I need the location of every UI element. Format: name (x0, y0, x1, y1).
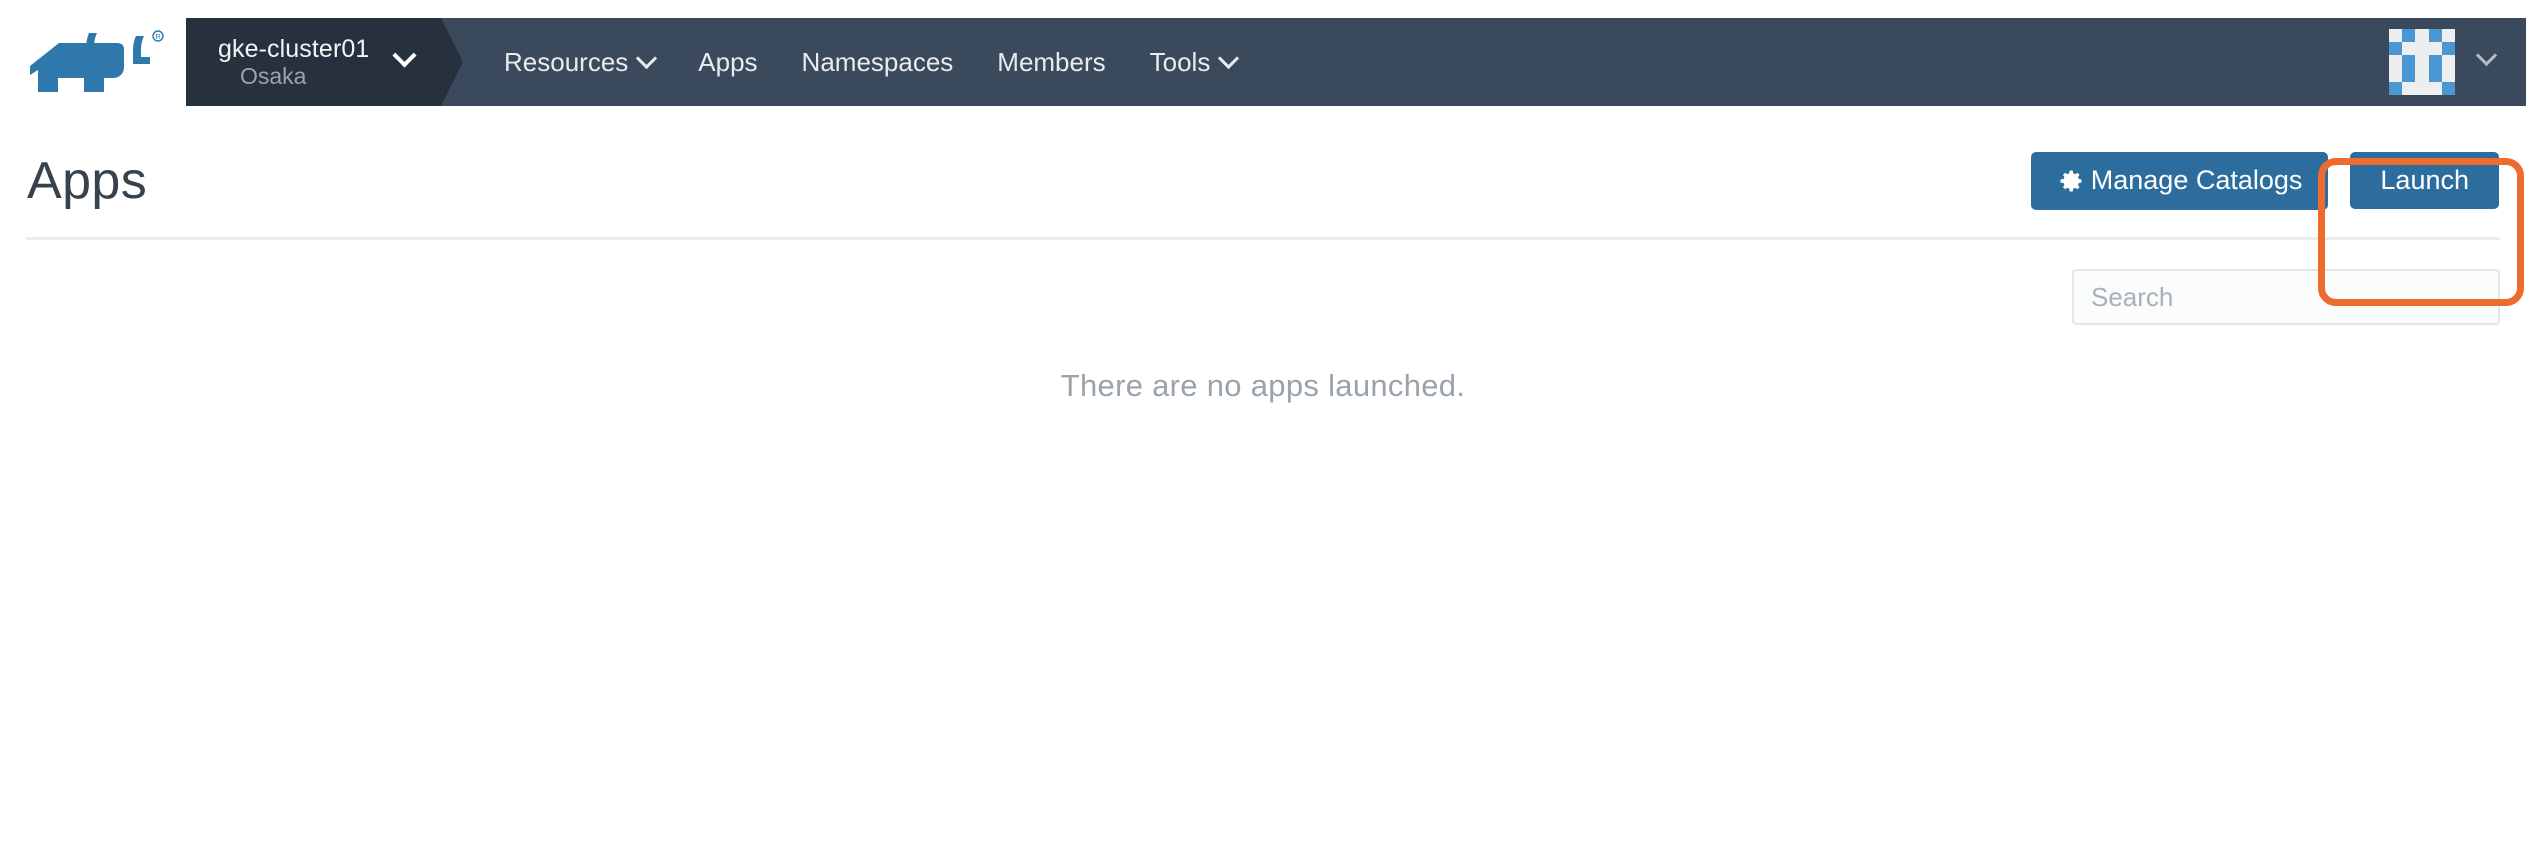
avatar-cell (2402, 55, 2416, 69)
chevron-down-icon (2475, 44, 2498, 72)
svg-text:R: R (155, 34, 160, 41)
nav-item-label: Apps (698, 46, 758, 77)
search-input[interactable] (2072, 269, 2500, 325)
cluster-selector-text: gke-cluster01 Osaka (186, 35, 369, 90)
avatar-cell (2428, 68, 2442, 82)
avatar-cell (2389, 29, 2403, 43)
avatar-cell (2428, 29, 2442, 43)
page-title: Apps (27, 151, 148, 210)
launch-button[interactable]: Launch (2350, 152, 2499, 209)
nav-item-label: Namespaces (801, 46, 954, 77)
avatar-cell (2415, 29, 2429, 43)
empty-state-message: There are no apps launched. (1060, 368, 1466, 403)
avatar-cell (2441, 68, 2455, 82)
page-actions: Manage Catalogs Launch (2030, 151, 2500, 210)
cluster-name: gke-cluster01 (218, 34, 370, 63)
rancher-cow-logo-icon: R (30, 30, 164, 92)
page-content: Apps Manage Catalogs Launch There are no… (0, 124, 2526, 404)
avatar-cell (2415, 42, 2429, 56)
chevron-down-icon (636, 47, 658, 69)
avatar-cell (2402, 68, 2416, 82)
avatar-cell (2441, 29, 2455, 43)
nav-item-resources[interactable]: Resources (476, 18, 676, 106)
nav-item-members[interactable]: Members (975, 18, 1127, 106)
avatar-cell (2441, 81, 2455, 95)
nav-item-label: Resources (504, 46, 629, 77)
avatar-cell (2428, 42, 2442, 56)
cluster-selector[interactable]: gke-cluster01 Osaka (186, 18, 463, 106)
manage-catalogs-button[interactable]: Manage Catalogs (2030, 151, 2329, 210)
avatar-cell (2402, 81, 2416, 95)
nav-item-apps[interactable]: Apps (676, 18, 779, 106)
launch-label: Launch (2380, 165, 2469, 195)
main-navbar: gke-cluster01 Osaka Resources Apps Names… (186, 18, 2526, 106)
avatar-cell (2389, 42, 2403, 56)
avatar-cell (2441, 42, 2455, 56)
avatar-cell (2402, 42, 2416, 56)
avatar-cell (2441, 55, 2455, 69)
avatar-cell (2389, 55, 2403, 69)
search-row (26, 240, 2500, 336)
avatar-cell (2415, 81, 2429, 95)
avatar-cell (2389, 68, 2403, 82)
avatar-cell (2402, 29, 2416, 43)
chevron-down-icon (1218, 47, 1240, 69)
avatar-cell (2415, 55, 2429, 69)
cluster-location: Osaka (240, 62, 307, 89)
gear-icon (2060, 170, 2082, 191)
chevron-down-icon (392, 43, 417, 73)
page-header-row: Apps Manage Catalogs Launch (26, 124, 2500, 240)
top-header: R gke-cluster01 Osaka Resources Apps Nam… (0, 0, 2526, 124)
nav-item-namespaces[interactable]: Namespaces (780, 18, 976, 106)
nav-item-label: Members (997, 46, 1106, 77)
rancher-logo[interactable]: R (0, 0, 186, 124)
avatar-cell (2428, 81, 2442, 95)
avatar-cell (2415, 68, 2429, 82)
nav-items: Resources Apps Namespaces Members Tools (476, 18, 1258, 106)
manage-catalogs-label: Manage Catalogs (2090, 165, 2303, 195)
avatar (2389, 29, 2455, 95)
user-menu[interactable] (2389, 18, 2526, 106)
avatar-cell (2428, 55, 2442, 69)
nav-item-tools[interactable]: Tools (1128, 18, 1259, 106)
avatar-cell (2389, 81, 2403, 95)
nav-item-label: Tools (1149, 46, 1211, 77)
